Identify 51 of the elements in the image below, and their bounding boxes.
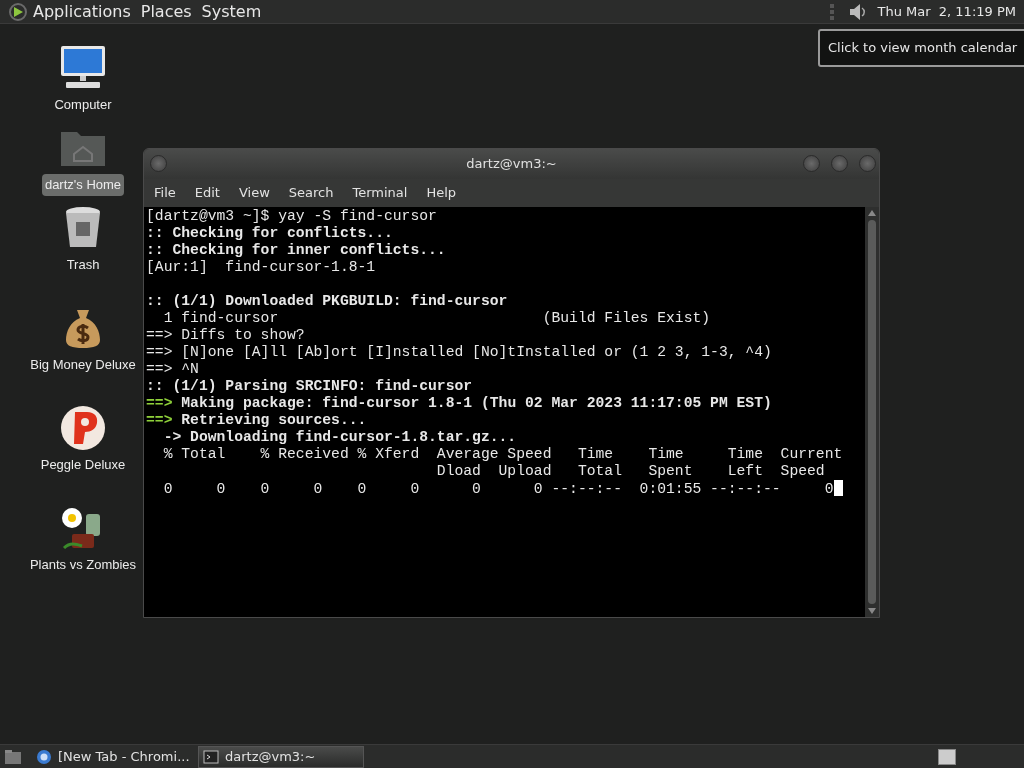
terminal-line: 0 0 0 0 0 0 0 0 --:--:-- 0:01:55 --:--:-- 0 xyxy=(146,480,863,497)
logo-icon[interactable] xyxy=(8,1,28,22)
workspace-switcher[interactable] xyxy=(938,748,956,765)
terminal-line: -> Downloading find-cursor-1.8.tar.gz... xyxy=(162,429,518,446)
terminal-icon xyxy=(203,748,219,765)
terminal-line: ==> Retrieving sources... xyxy=(146,412,368,429)
desktop-icon-label[interactable]: Computer xyxy=(51,94,115,116)
terminal-line: :: (1/1) Downloaded PKGBUILD: find-cursor xyxy=(146,293,509,310)
menu-item[interactable]: Terminal xyxy=(344,183,416,203)
terminal-line: :: (1/1) Parsing SRCINFO: find-cursor xyxy=(146,378,474,395)
terminal-line: :: Checking for conflicts... xyxy=(146,225,394,242)
handle-icon xyxy=(829,2,836,21)
close-button[interactable] xyxy=(859,155,876,172)
clock[interactable]: Thu Mar 2, 11:19 PM xyxy=(877,1,1016,22)
terminal-line: Dload Upload Total Spent Left Speed xyxy=(435,463,826,480)
panel-menu[interactable]: Applications xyxy=(28,0,136,25)
globe-icon xyxy=(36,748,52,765)
show-desktop-icon[interactable] xyxy=(4,748,22,765)
terminal-line: ==> ^N xyxy=(146,361,200,378)
minimize-button[interactable] xyxy=(803,155,820,172)
menu-item[interactable]: Edit xyxy=(186,183,228,203)
menu-item[interactable]: Help xyxy=(418,183,465,203)
desktop-icon-label[interactable]: Peggle Deluxe xyxy=(37,454,129,476)
menu-item[interactable]: View xyxy=(230,183,278,203)
terminal-line: ==> [N]one [A]ll [Ab]ort [I]nstalled [No]tInstalled or (1 2 3, 1-3, ^4) xyxy=(146,344,773,361)
terminal-line: :: Checking for inner conflicts... xyxy=(146,242,447,259)
scroll-up-icon[interactable] xyxy=(868,210,876,216)
menu-item[interactable]: Search xyxy=(280,183,342,203)
tooltip: Click to view month calendar xyxy=(818,29,1024,67)
window-title: dartz@vm3:~ xyxy=(466,155,557,174)
panel-menu[interactable]: System xyxy=(196,0,267,25)
window-menu-button[interactable] xyxy=(150,155,167,172)
text-cursor xyxy=(833,480,843,496)
scrollbar[interactable] xyxy=(865,207,879,617)
desktop-icon-label[interactable]: dartz's Home xyxy=(41,174,125,196)
taskbar-button[interactable]: [New Tab - Chromi... xyxy=(32,745,198,768)
panel-menu[interactable]: Places xyxy=(135,0,197,25)
terminal-line: [dartz@vm3 ~]$ yay -S find-cursor xyxy=(146,208,438,225)
terminal-line: ==> Making package: find-cursor 1.8-1 (Thu 02 Mar 2023 11:17:05 PM EST) xyxy=(146,395,773,412)
terminal-line: [Aur:1] find-cursor-1.8-1 xyxy=(146,259,377,276)
terminal-line: 1 find-cursor (Build Files Exist) xyxy=(162,310,712,327)
desktop-icon-label[interactable]: Big Money Deluxe xyxy=(27,354,139,376)
desktop-icon-label[interactable]: Plants vs Zombies xyxy=(26,554,140,576)
taskbar-button[interactable]: dartz@vm3:~ xyxy=(198,745,364,768)
desktop-icon-label[interactable]: Trash xyxy=(63,254,103,276)
letter-icon[interactable] xyxy=(58,404,108,452)
terminal-line: ==> Diffs to show? xyxy=(146,327,306,344)
scroll-down-icon[interactable] xyxy=(868,608,876,614)
menu-item[interactable]: File xyxy=(146,183,184,203)
maximize-button[interactable] xyxy=(831,155,848,172)
terminal-line: % Total % Received % Xferd Average Speed Time Time Time Current xyxy=(162,446,844,463)
